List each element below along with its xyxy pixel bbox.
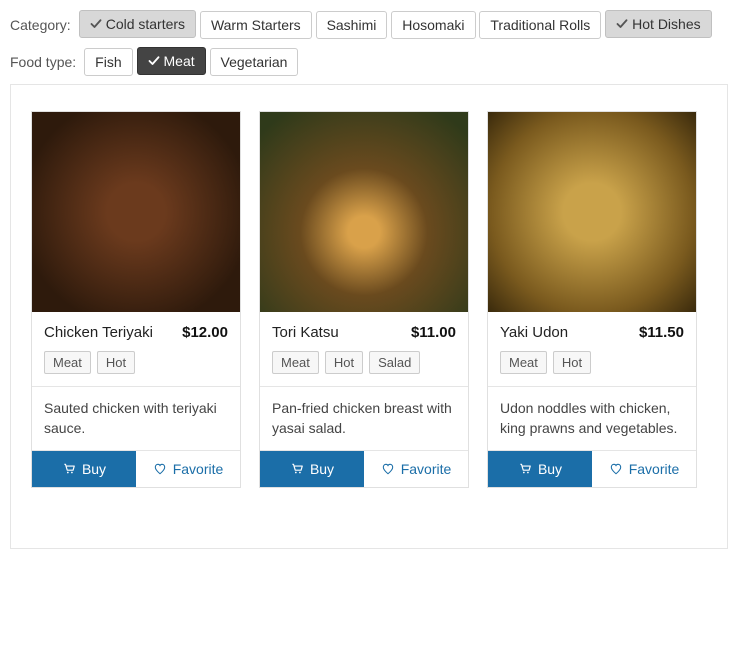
chip-label: Traditional Rolls (490, 17, 590, 33)
heart-icon (153, 462, 167, 476)
cards-row: Chicken Teriyaki $12.00 Meat Hot Sauted chic… (31, 111, 707, 488)
chip-label: Vegetarian (221, 54, 288, 70)
favorite-label: Favorite (173, 461, 224, 477)
favorite-button[interactable]: Favorite (592, 451, 696, 487)
product-tag: Meat (44, 351, 91, 374)
buy-button[interactable]: Buy (260, 451, 364, 487)
category-chip[interactable]: Cold starters (79, 10, 196, 38)
product-title: Yaki Udon (500, 324, 568, 341)
category-chip[interactable]: Hot Dishes (605, 10, 711, 38)
results-panel: Chicken Teriyaki $12.00 Meat Hot Sauted chic… (10, 84, 728, 549)
category-label: Category: (10, 17, 71, 33)
buy-label: Buy (538, 461, 562, 477)
product-tags: Meat Hot (500, 351, 684, 374)
product-body: Yaki Udon $11.50 Meat Hot (488, 312, 696, 386)
product-body: Tori Katsu $11.00 Meat Hot Salad (260, 312, 468, 386)
buy-label: Buy (82, 461, 106, 477)
favorite-button[interactable]: Favorite (136, 451, 240, 487)
product-body: Chicken Teriyaki $12.00 Meat Hot (32, 312, 240, 386)
cart-icon (62, 462, 76, 476)
product-actions: Buy Favorite (260, 450, 468, 487)
product-actions: Buy Favorite (32, 450, 240, 487)
chip-label: Cold starters (106, 16, 185, 32)
product-image (260, 112, 468, 312)
product-description: Udon noddles with chicken, king prawns a… (488, 386, 696, 450)
foodtype-chip[interactable]: Vegetarian (210, 48, 299, 76)
favorite-label: Favorite (629, 461, 680, 477)
check-icon (616, 18, 628, 30)
product-card: Chicken Teriyaki $12.00 Meat Hot Sauted chic… (31, 111, 241, 488)
product-tag: Meat (272, 351, 319, 374)
product-title: Chicken Teriyaki (44, 324, 153, 341)
category-filter-row: Category: Cold starters Warm Starters Sa… (10, 10, 728, 39)
page-container: Category: Cold starters Warm Starters Sa… (10, 10, 728, 549)
buy-label: Buy (310, 461, 334, 477)
product-tags: Meat Hot Salad (272, 351, 456, 374)
favorite-label: Favorite (401, 461, 452, 477)
product-image (488, 112, 696, 312)
foodtype-chip[interactable]: Fish (84, 48, 132, 76)
check-icon (90, 18, 102, 30)
product-tag: Hot (325, 351, 363, 374)
product-tag: Salad (369, 351, 420, 374)
chip-label: Sashimi (327, 17, 377, 33)
foodtype-label: Food type: (10, 54, 76, 70)
cart-icon (518, 462, 532, 476)
product-card: Yaki Udon $11.50 Meat Hot Udon noddles with … (487, 111, 697, 488)
product-price: $12.00 (182, 324, 228, 341)
product-tags: Meat Hot (44, 351, 228, 374)
product-price: $11.50 (639, 324, 684, 341)
category-chip[interactable]: Warm Starters (200, 11, 312, 39)
cart-icon (290, 462, 304, 476)
product-title: Tori Katsu (272, 324, 339, 341)
buy-button[interactable]: Buy (32, 451, 136, 487)
chip-label: Meat (164, 53, 195, 69)
favorite-button[interactable]: Favorite (364, 451, 468, 487)
chip-label: Hosomaki (402, 17, 464, 33)
product-tag: Hot (97, 351, 135, 374)
chip-label: Hot Dishes (632, 16, 700, 32)
product-actions: Buy Favorite (488, 450, 696, 487)
chip-label: Fish (95, 54, 121, 70)
product-description: Pan-fried chicken breast with yasai sala… (260, 386, 468, 450)
check-icon (148, 55, 160, 67)
product-price: $11.00 (411, 324, 456, 341)
category-chip[interactable]: Traditional Rolls (479, 11, 601, 39)
product-image (32, 112, 240, 312)
buy-button[interactable]: Buy (488, 451, 592, 487)
heart-icon (609, 462, 623, 476)
product-description: Sauted chicken with teriyaki sauce. (32, 386, 240, 450)
heart-icon (381, 462, 395, 476)
product-tag: Meat (500, 351, 547, 374)
foodtype-filter-row: Food type: Fish Meat Vegetarian (10, 47, 728, 76)
category-chip[interactable]: Hosomaki (391, 11, 475, 39)
category-chip[interactable]: Sashimi (316, 11, 388, 39)
product-card: Tori Katsu $11.00 Meat Hot Salad Pan-fried ch… (259, 111, 469, 488)
chip-label: Warm Starters (211, 17, 301, 33)
product-tag: Hot (553, 351, 591, 374)
foodtype-chip[interactable]: Meat (137, 47, 206, 75)
